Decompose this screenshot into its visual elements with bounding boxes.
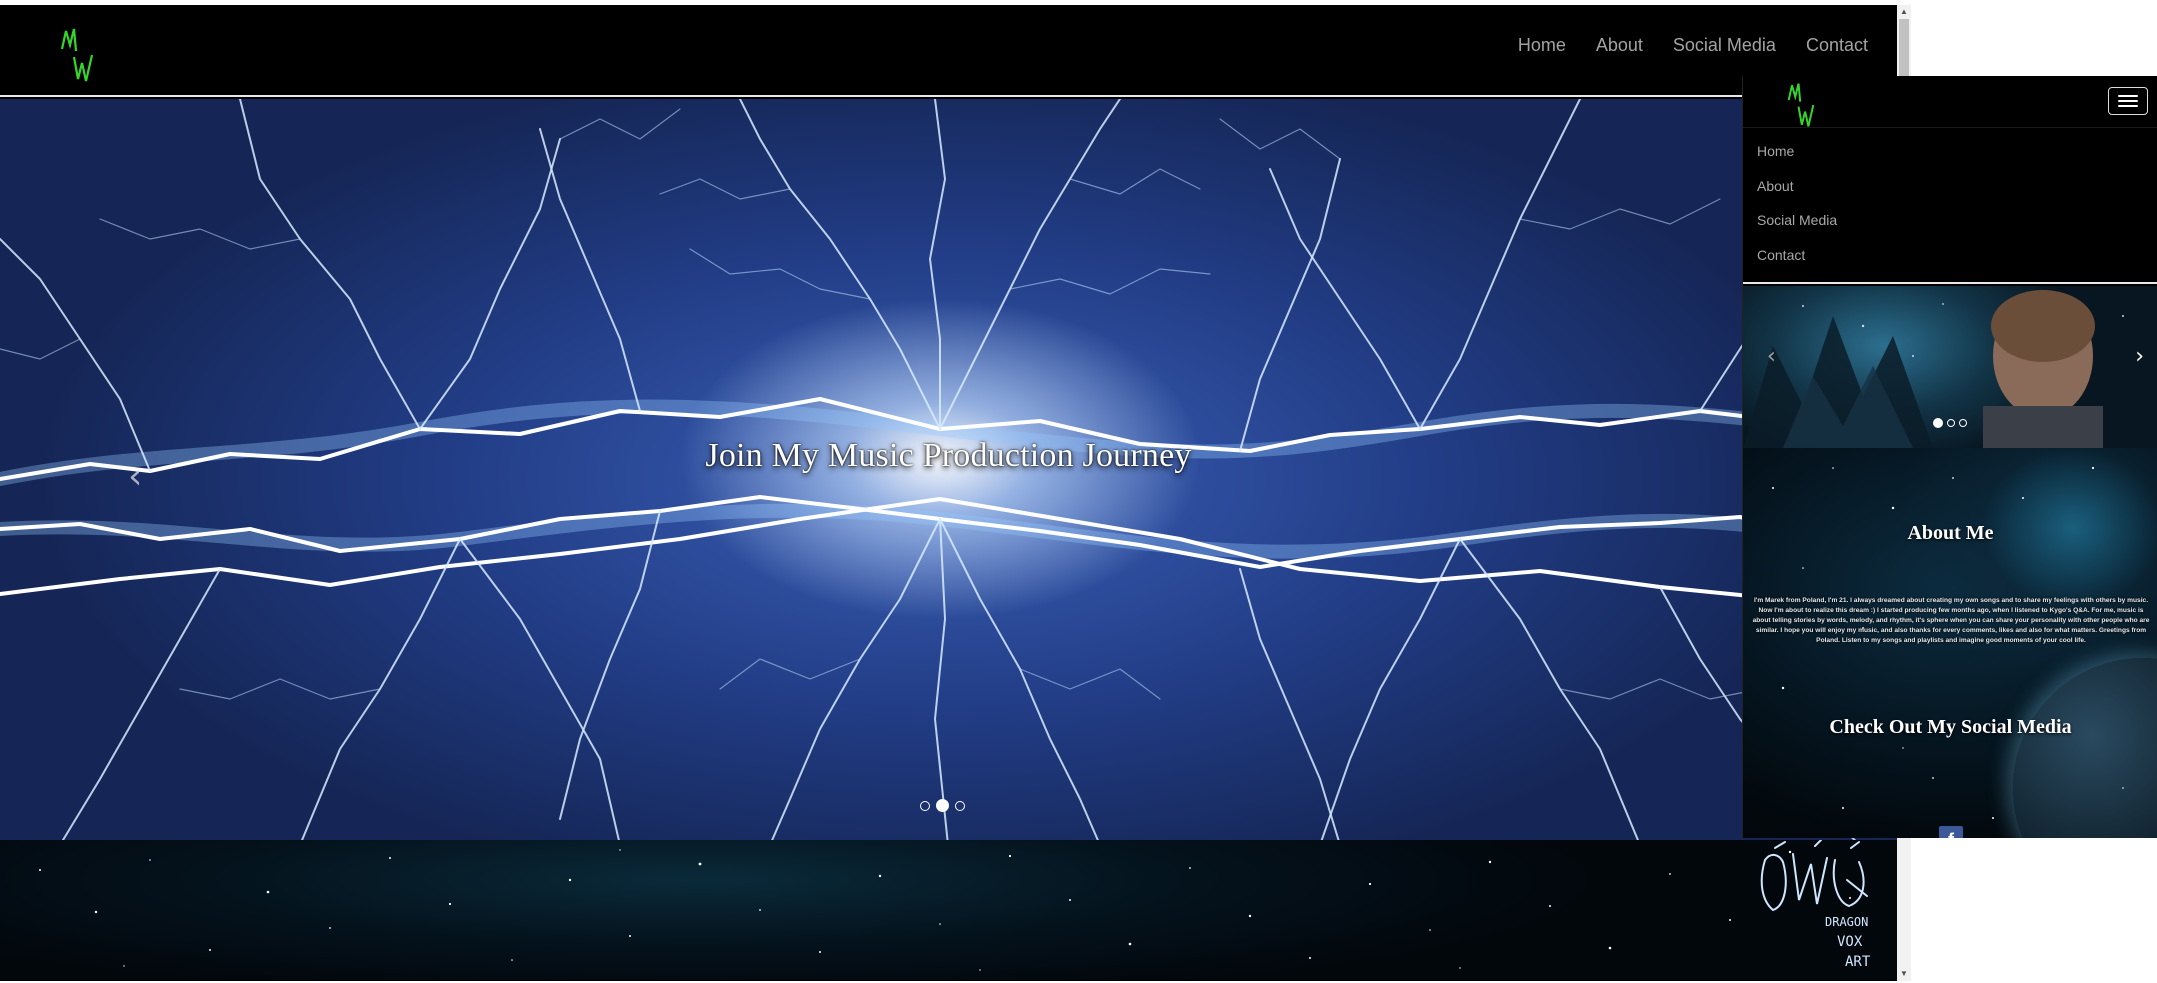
- mobile-mw-logo-icon[interactable]: [1787, 82, 1815, 128]
- mobile-carousel-indicators: [1933, 418, 1967, 428]
- about-me-text: I'm Marek from Poland, I'm 21. I always …: [1752, 597, 2150, 644]
- mobile-about-section: About Me I'm Marek from Poland, I'm 21. …: [1743, 448, 2157, 838]
- mobile-nav-link-social-media[interactable]: Social Media: [1743, 203, 2157, 238]
- carousel-indicator-2[interactable]: [936, 799, 949, 812]
- starfield-section: [0, 840, 1897, 980]
- mobile-nav-link-contact[interactable]: Contact: [1743, 238, 2157, 273]
- mobile-navbar: [1743, 76, 2157, 128]
- mobile-indicator-2[interactable]: [1947, 419, 1955, 427]
- nav-link-about[interactable]: About: [1596, 35, 1643, 56]
- starfield-image: [39, 849, 1851, 971]
- hero-carousel: Join My Music Production Journey ‹: [0, 99, 1897, 845]
- mobile-preview: Home About Social Media Contact ‹ › Abou…: [1742, 76, 2157, 838]
- mobile-nav-link-about[interactable]: About: [1743, 169, 2157, 204]
- mobile-indicator-1[interactable]: [1933, 418, 1943, 428]
- mobile-carousel-next-icon[interactable]: ›: [2135, 346, 2144, 368]
- carousel-indicators: [920, 799, 965, 812]
- scrollbar-thumb[interactable]: [1899, 19, 1909, 79]
- dragon-vox-art-logo-icon: DRAGON VOX ART: [1760, 840, 1871, 970]
- nav-link-contact[interactable]: Contact: [1806, 35, 1868, 56]
- mobile-nav-link-home[interactable]: Home: [1743, 134, 2157, 169]
- main-nav-links: Home About Social Media Contact: [1518, 35, 1868, 56]
- social-media-heading: Check Out My Social Media: [1829, 716, 2072, 738]
- carousel-indicator-3[interactable]: [955, 800, 965, 811]
- hamburger-menu-icon[interactable]: [2108, 87, 2148, 115]
- carousel-indicator-1[interactable]: [920, 800, 930, 811]
- mobile-nav-menu: Home About Social Media Contact: [1743, 134, 2157, 284]
- main-page-viewport: Home About Social Media Contact Join My …: [0, 5, 1897, 981]
- vox-text: VOX: [1837, 934, 1863, 950]
- nav-link-social-media[interactable]: Social Media: [1673, 35, 1776, 56]
- art-text: ART: [1845, 954, 1871, 970]
- mobile-indicator-3[interactable]: [1959, 419, 1967, 427]
- about-me-heading: About Me: [1907, 522, 1994, 544]
- scroll-down-icon[interactable]: ▼: [1897, 967, 1911, 981]
- mobile-carousel-prev-icon[interactable]: ‹: [1767, 346, 1776, 368]
- mw-logo-icon[interactable]: [60, 27, 94, 83]
- mobile-carousel: ‹ ›: [1743, 286, 2157, 448]
- nav-link-home[interactable]: Home: [1518, 35, 1566, 56]
- dragon-text: DRAGON: [1825, 915, 1868, 929]
- carousel-prev-icon[interactable]: ‹: [128, 459, 142, 495]
- facebook-icon[interactable]: f: [1939, 826, 1963, 838]
- main-navbar: Home About Social Media Contact: [0, 5, 1897, 97]
- scroll-up-icon[interactable]: ▲: [1897, 5, 1911, 19]
- hero-caption: Join My Music Production Journey: [705, 437, 1192, 474]
